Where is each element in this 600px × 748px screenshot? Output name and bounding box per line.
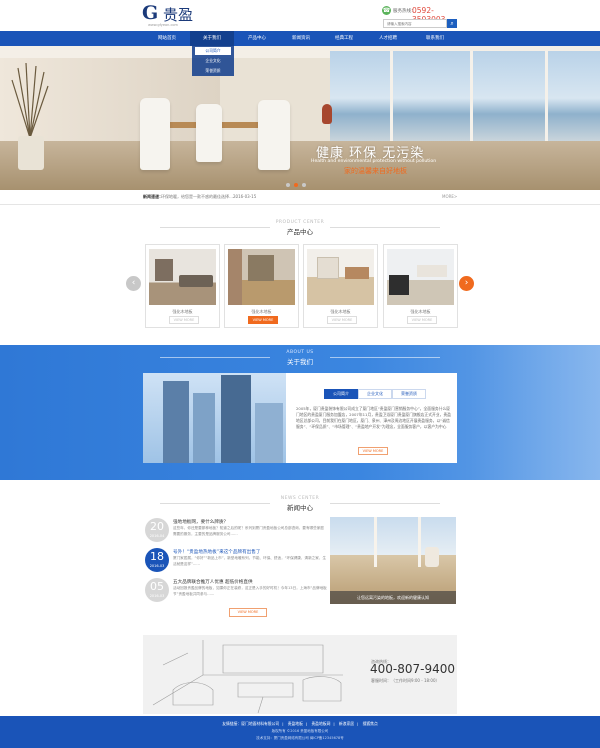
logo-mark: G — [142, 2, 158, 24]
about-title-en: ABOUT US — [286, 350, 314, 355]
phone-icon: ☎ — [382, 6, 391, 15]
tab-honors[interactable]: 荣誉资质 — [392, 389, 426, 399]
news-date: 05 2016-03 — [145, 578, 169, 602]
view-more-button[interactable]: VIEW MORE — [169, 316, 199, 324]
prev-arrow-button[interactable]: ‹ — [126, 276, 141, 291]
search-box — [383, 19, 447, 28]
news-desc: 这些年，你还是要那种地板？知道之后的呢？系列到厦门贵盈地板公司总部咨询，要有哪些… — [173, 526, 324, 536]
footer-link[interactable]: 贵盈地板 — [288, 721, 303, 726]
logo[interactable]: G 贵盈 www.gfyeon.com — [142, 2, 212, 28]
dropdown-item-honors[interactable]: 荣誉资质 — [195, 67, 231, 75]
about-image — [143, 373, 286, 463]
nav-about[interactable]: 关于我们 — [190, 31, 234, 46]
nav-home[interactable]: 网站首页 — [145, 31, 189, 46]
news-title-link[interactable]: 号外！“贵盈地热地板”来这个品牌有出售了 — [173, 549, 260, 555]
ticker-more-link[interactable]: MORE> — [442, 194, 457, 199]
footer-support: 技术支持：厦门贵盈网络有限公司 闽ICP备12345678号 — [256, 736, 344, 740]
contact-hours: 客服时间：（工作时间9:00 - 18:00） — [371, 678, 440, 683]
view-more-button[interactable]: VIEW MORE — [327, 316, 357, 324]
news-title-link[interactable]: 五大品牌联合推万人优惠 超低价格直供 — [173, 579, 253, 585]
site-footer: 友情链接：厦门地面材料有限公司 | 贵盈地板 | 贵盈地板网 | 新浪家居 | 搜狐焦点… — [0, 716, 600, 748]
hero-banner: 健康 环保 无污染 Health and environmental prote… — [0, 46, 600, 190]
search-icon: ⌕ — [450, 20, 454, 27]
news-title: NEWS CENTER 新闻中心 — [0, 496, 600, 512]
chevron-left-icon: ‹ — [131, 278, 136, 288]
news-desc: 厦门家居展，“你好”“新品上市”，新型地暖系列，节能、环保、舒适，“环保健康，清… — [173, 556, 327, 566]
news-date: 18 2016-03 — [145, 548, 169, 572]
news-date: 20 2016-04 — [145, 518, 169, 542]
view-more-button[interactable]: VIEW MORE — [407, 316, 437, 324]
contact-banner: 咨询热线： 400-807-9400 客服时间：（工作时间9:00 - 18:0… — [143, 635, 457, 714]
nav-contact[interactable]: 联系我们 — [413, 31, 457, 46]
site-header: G 贵盈 www.gfyeon.com ☎ 服务热线： 0592-3503003… — [0, 0, 600, 31]
news-item[interactable]: 05 2016-03 五大品牌联合推万人优惠 超低价格直供 活动回报贵盈品牌的地板… — [143, 578, 329, 606]
dropdown-item-profile[interactable]: 公司简介 — [195, 47, 231, 55]
nav-products[interactable]: 产品中心 — [235, 31, 279, 46]
footer-link[interactable]: 友情链接：厦门地面材料有限公司 — [222, 721, 279, 726]
contact-tel: 400-807-9400 — [370, 662, 456, 676]
product-caption: 强化木地板 — [410, 309, 431, 314]
logo-url: www.gfyeon.com — [148, 23, 178, 27]
nav-careers[interactable]: 人才招聘 — [366, 31, 410, 46]
about-dropdown-menu: 公司简介 企业文化 荣誉资质 — [192, 46, 234, 76]
product-card[interactable]: 强化木地板 VIEW MORE — [145, 244, 220, 328]
about-title-cn: 关于我们 — [287, 358, 313, 366]
main-nav: 网站首页 关于我们 产品中心 新闻资讯 经典工程 人才招聘 联系我们 — [0, 31, 600, 46]
nav-projects[interactable]: 经典工程 — [322, 31, 366, 46]
carousel-dot-1[interactable] — [286, 183, 290, 187]
ticker-label: 新闻速递： — [143, 194, 163, 199]
ticker-date: 2016-03-15 — [233, 194, 257, 199]
footer-copyright: 版权所有 ©2016 贵盈地板有限公司 — [271, 729, 329, 733]
about-title: ABOUT US 关于我们 — [0, 350, 600, 366]
product-card[interactable]: 强化木地板 VIEW MORE — [303, 244, 378, 328]
next-arrow-button[interactable]: › — [459, 276, 474, 291]
footer-link[interactable]: 新浪家居 — [339, 721, 354, 726]
hotline: ☎ 服务热线： 0592-3503003 — [382, 5, 462, 24]
product-card[interactable]: 强化木地板 VIEW MORE — [383, 244, 458, 328]
page: G 贵盈 www.gfyeon.com ☎ 服务热线： 0592-3503003… — [0, 0, 600, 748]
slogan-sub: 家的温馨来自好地板 — [344, 167, 407, 175]
news-view-more-button[interactable]: VIEW MORE — [229, 608, 267, 617]
about-view-more-button[interactable]: VIEW MORE — [358, 447, 388, 455]
plant-decoration — [11, 62, 49, 138]
tab-culture[interactable]: 企业文化 — [358, 389, 392, 399]
news-title-en: NEWS CENTER — [280, 496, 320, 501]
footer-links: 友情链接：厦门地面材料有限公司 | 贵盈地板 | 贵盈地板网 | 新浪家居 | 搜狐焦点 — [222, 721, 378, 726]
news-title-link[interactable]: 强地地板网，要什么牌质？ — [173, 519, 228, 525]
footer-link[interactable]: 贵盈地板网 — [311, 721, 330, 726]
logo-chinese: 贵盈 — [163, 6, 194, 24]
products-title-en: PRODUCT CENTER — [275, 220, 325, 225]
dropdown-item-culture[interactable]: 企业文化 — [195, 57, 231, 65]
carousel-dot-2[interactable] — [294, 183, 298, 187]
ticker-text[interactable]: 环保地暖，给您是一款不惑的最佳选择…… — [161, 194, 237, 200]
chevron-right-icon: › — [464, 278, 469, 288]
news-item[interactable]: 20 2016-04 强地地板网，要什么牌质？ 这些年，你还是要那种地板？知道之后… — [143, 518, 329, 546]
products-title-cn: 产品中心 — [287, 228, 313, 236]
search-input[interactable] — [384, 20, 433, 27]
footer-link[interactable]: 搜狐焦点 — [363, 721, 378, 726]
tab-company-profile[interactable]: 公司简介 — [324, 389, 358, 399]
carousel-dots — [286, 183, 316, 188]
product-caption: 强化木地板 — [172, 309, 193, 314]
search-button[interactable]: ⌕ — [447, 19, 457, 28]
product-caption: 强化木地板 — [251, 309, 272, 314]
banner-slogan: 健康 环保 无污染 Health and environmental prote… — [311, 142, 461, 182]
news-title-cn: 新闻中心 — [287, 504, 313, 512]
about-text: 2005年，厦门贵盈装饰有限公司成立了厦门地区“贵盈厦门营销服务中心”，全面服务… — [296, 406, 451, 429]
products-title: PRODUCT CENTER 产品中心 — [0, 220, 600, 236]
news-item[interactable]: 18 2016-03 号外！“贵盈地热地板”来这个品牌有出售了 厦门家居展，“你好… — [143, 548, 329, 576]
news-feature-caption: 让您远离污染的地板，欢迎新的健康认知 — [330, 591, 456, 604]
carousel-dot-3[interactable] — [302, 183, 306, 187]
view-more-button[interactable]: VIEW MORE — [248, 316, 278, 324]
product-caption: 强化木地板 — [330, 309, 351, 314]
news-ticker: 新闻速递： 环保地暖，给您是一款不惑的最佳选择…… 2016-03-15 MOR… — [0, 190, 600, 205]
news-desc: 活动回报贵盈品牌的地板，如果你正在装修，这正是入手的好时机！今年13日，上海市“… — [173, 586, 327, 596]
interior-sketch-image — [152, 640, 343, 714]
nav-news[interactable]: 新闻资讯 — [279, 31, 323, 46]
slogan-en: Health and environmental protection with… — [311, 159, 437, 164]
product-card[interactable]: 强化木地板 VIEW MORE — [224, 244, 299, 328]
